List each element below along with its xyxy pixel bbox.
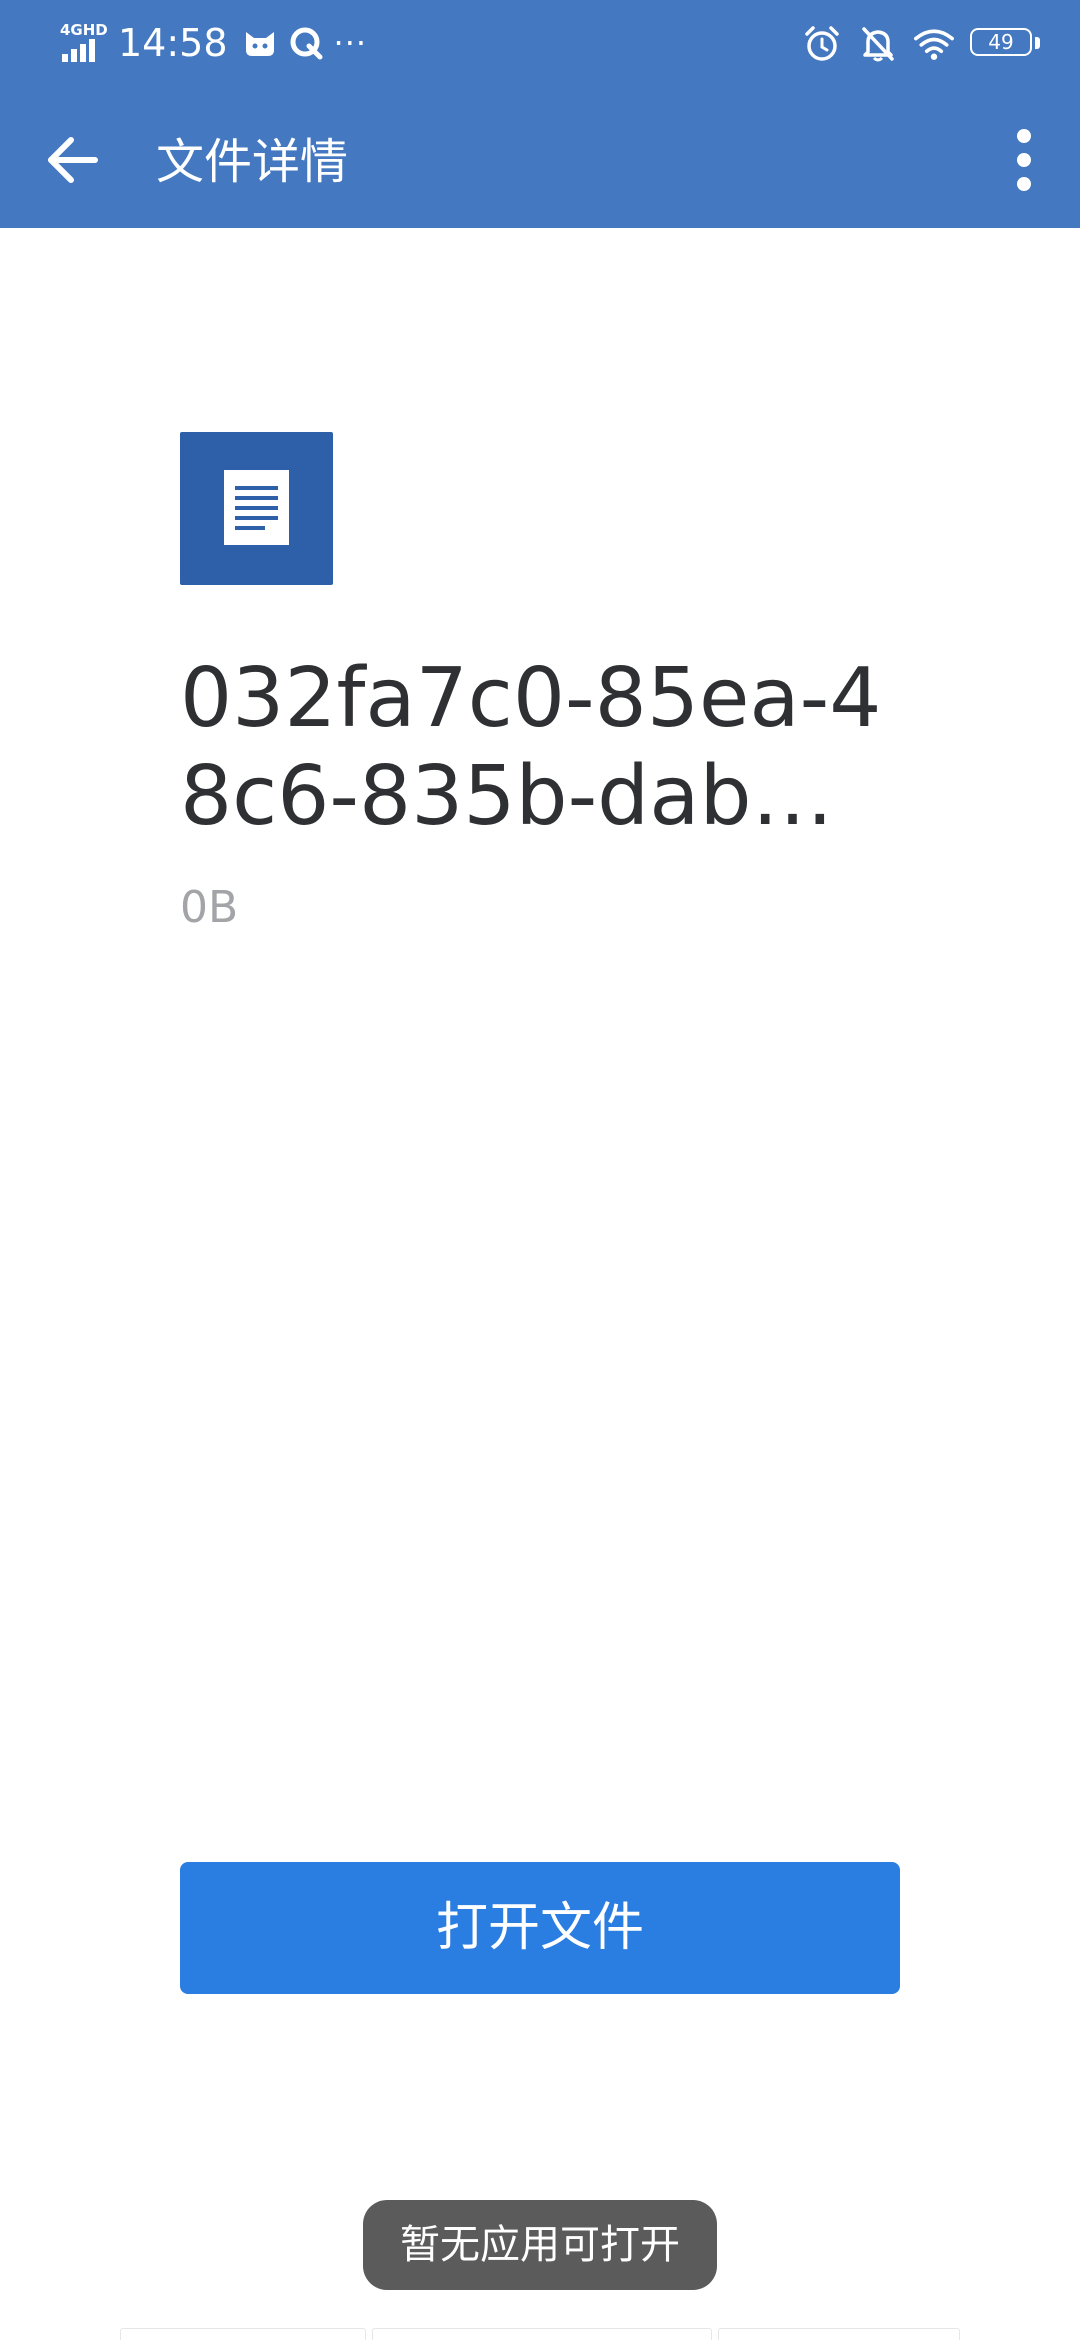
back-button[interactable]: [30, 118, 114, 202]
alarm-icon: [802, 24, 842, 64]
network-type-label: 4GHD: [60, 21, 108, 39]
open-file-button[interactable]: 打开文件: [180, 1862, 900, 1994]
document-icon: [180, 432, 333, 585]
page-title: 文件详情: [156, 134, 349, 190]
app-bar: 文件详情: [0, 84, 1080, 228]
battery-cap: [1035, 37, 1040, 49]
signal-bars: [62, 39, 95, 62]
status-time: 14:58: [118, 21, 228, 65]
more-vertical-icon: [1017, 129, 1031, 191]
signal-bar: [71, 49, 77, 62]
bottom-strip-segment: [120, 2328, 366, 2340]
battery-icon: 49: [970, 28, 1040, 60]
arrow-left-icon: [48, 137, 98, 183]
status-left: 4GHD 14:58 ···: [60, 18, 367, 68]
cat-app-icon: [242, 25, 278, 61]
signal-bar: [80, 44, 86, 62]
signal-bar: [62, 54, 68, 62]
header: 4GHD 14:58 ··· 49 文件详情: [0, 0, 1080, 228]
toast-message: 暂无应用可打开: [363, 2200, 717, 2290]
status-bar: 4GHD 14:58 ··· 49: [0, 0, 1080, 84]
more-options-button[interactable]: [988, 118, 1060, 202]
status-overflow-dots: ···: [333, 24, 368, 62]
battery-level: 49: [988, 30, 1014, 54]
q-app-icon: [288, 25, 324, 61]
file-name: 032fa7c0-85ea-48c6-835b-dab…: [180, 651, 882, 844]
file-details-screen: 4GHD 14:58 ··· 49 文件详情 032fa7c0-85ea-48c…: [0, 0, 1080, 2340]
bottom-strip-segment: [718, 2328, 960, 2340]
status-right: 49: [802, 22, 1040, 66]
mute-bell-icon: [858, 24, 898, 64]
file-size: 0B: [180, 882, 239, 933]
bottom-strip-segment: [372, 2328, 712, 2340]
signal-bar: [89, 39, 95, 62]
wifi-icon: [914, 24, 954, 64]
mobile-signal-icon: 4GHD: [60, 21, 108, 64]
bottom-partial-strip: [120, 2328, 960, 2340]
